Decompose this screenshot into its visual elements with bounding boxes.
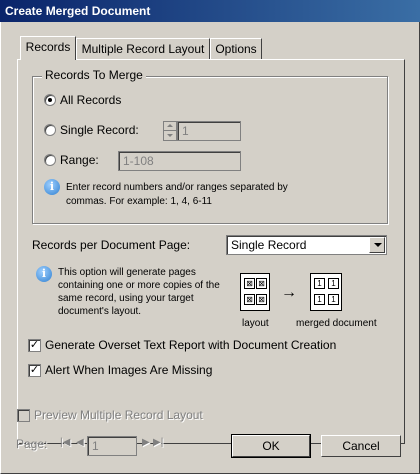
overset-report-checkbox[interactable]: ✓	[28, 339, 41, 352]
tab-records-label: Records	[25, 40, 71, 54]
alert-missing-images-checkbox[interactable]: ✓	[28, 364, 41, 377]
first-page-icon[interactable]: |◀	[60, 437, 70, 448]
range-hint-line2: commas. For example: 1, 4, 6-11	[66, 196, 212, 207]
preview-layout-checkbox[interactable]	[17, 409, 30, 422]
all-records-radio[interactable]	[44, 94, 56, 106]
merged-cell: 1	[314, 294, 325, 305]
tab-options[interactable]: Options	[210, 38, 262, 60]
single-record-radio[interactable]	[44, 124, 56, 136]
info-icon: i	[36, 266, 52, 282]
merged-document-caption: merged document	[296, 318, 377, 329]
previous-page-icon[interactable]: ◀	[76, 437, 84, 448]
range-radio[interactable]	[44, 154, 56, 166]
last-page-icon[interactable]: ▶|	[153, 437, 163, 448]
window-title: Create Merged Document	[0, 0, 420, 22]
layout-caption: layout	[242, 318, 269, 329]
stepper-up-icon[interactable]	[164, 122, 176, 131]
records-per-page-label: Records per Document Page:	[32, 238, 191, 252]
tab-records[interactable]: Records	[20, 36, 76, 60]
tab-multiple-record-layout[interactable]: Multiple Record Layout	[76, 38, 210, 60]
radio-selected-dot	[48, 98, 52, 102]
range-input[interactable]: 1-108	[118, 151, 241, 171]
stepper-down-icon[interactable]	[164, 131, 176, 140]
layout-cell: ⊠	[256, 294, 267, 305]
layout-cell: ⊠	[256, 278, 267, 289]
tab-options-label: Options	[215, 42, 257, 56]
merged-cell: 1	[328, 294, 339, 305]
preview-layout-label[interactable]: Preview Multiple Record Layout	[34, 408, 203, 422]
cancel-button[interactable]: Cancel	[321, 435, 401, 457]
range-label[interactable]: Range:	[60, 153, 99, 167]
alert-missing-images-label[interactable]: Alert When Images Are Missing	[45, 363, 212, 377]
layout-diagram-icon: ⊠ ⊠ ⊠ ⊠	[240, 273, 270, 311]
tab-multiple-record-layout-label: Multiple Record Layout	[81, 42, 205, 56]
arrow-right-icon: →	[281, 284, 297, 301]
single-record-label[interactable]: Single Record:	[60, 123, 139, 137]
info-text-line2: containing one or more copies of the	[58, 280, 220, 291]
info-icon: i	[44, 179, 60, 195]
records-per-page-value: Single Record	[231, 238, 307, 252]
merged-cell: 1	[328, 278, 339, 289]
info-text-line1: This option will generate pages	[58, 267, 196, 278]
range-hint-line1: Enter record numbers and/or ranges separ…	[66, 182, 288, 193]
records-per-page-select[interactable]: Single Record	[226, 235, 387, 255]
layout-cell: ⊠	[244, 294, 255, 305]
all-records-label[interactable]: All Records	[60, 93, 121, 107]
next-page-icon[interactable]: ▶	[142, 437, 150, 448]
info-text-line4: document's layout.	[58, 306, 142, 317]
layout-cell: ⊠	[244, 278, 255, 289]
merged-document-diagram-icon: 1 1 1 1	[310, 273, 342, 311]
chevron-down-icon[interactable]	[369, 237, 385, 253]
overset-report-label[interactable]: Generate Overset Text Report with Docume…	[45, 338, 336, 352]
info-text-line3: same record, using your target	[58, 293, 194, 304]
page-input[interactable]: 1	[87, 436, 137, 456]
records-to-merge-legend: Records To Merge	[42, 68, 146, 82]
ok-button[interactable]: OK	[231, 434, 311, 458]
single-record-stepper[interactable]	[163, 121, 177, 141]
page-label: Page:	[16, 437, 48, 451]
merged-cell: 1	[314, 278, 325, 289]
single-record-input[interactable]: 1	[177, 121, 241, 141]
